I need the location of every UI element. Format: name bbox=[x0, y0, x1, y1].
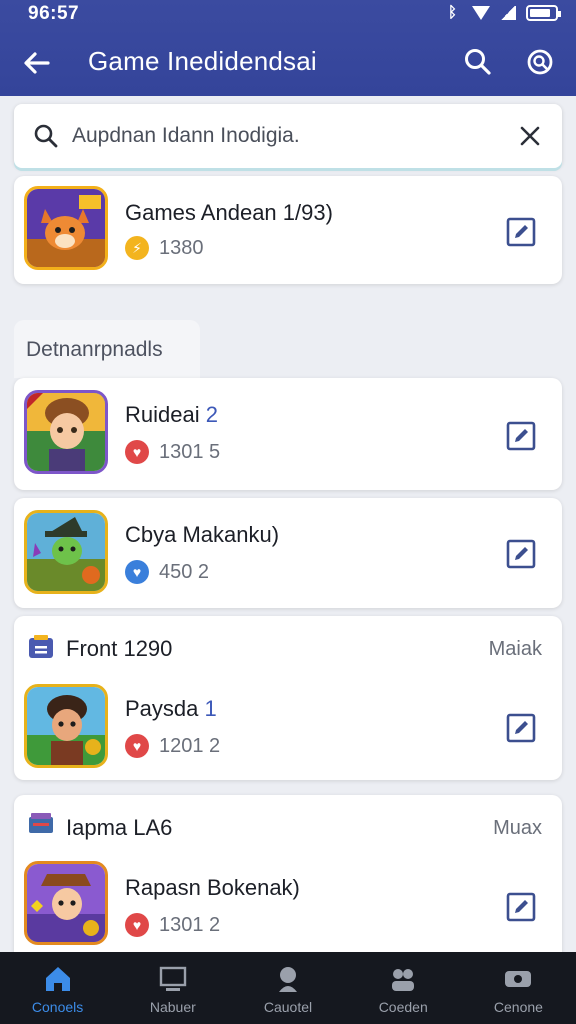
group-icon bbox=[392, 969, 415, 991]
home-icon bbox=[45, 967, 70, 991]
game-title: Paysda 1 bbox=[125, 696, 217, 721]
stat-value: 450 2 bbox=[159, 560, 210, 583]
page-title: Game Inedidendsai bbox=[88, 46, 317, 76]
game-stat: ♥ 1201 2 bbox=[125, 734, 220, 758]
featured-game-card[interactable]: Games Andean 1/93) ⚡ 1380 bbox=[14, 176, 562, 284]
nav-label: Cenone bbox=[493, 999, 543, 1015]
game-card[interactable]: Ruideai 2 ♥ 1301 5 bbox=[14, 378, 562, 490]
game-thumbnail bbox=[24, 510, 108, 594]
heart-icon: ♥ bbox=[125, 440, 149, 464]
group-card: Front 1290 Maiak Paysda 1 ♥ 1201 2 bbox=[14, 616, 562, 780]
person-icon bbox=[279, 967, 297, 992]
game-title: Cbya Makanku) bbox=[125, 522, 280, 547]
nav-item-person[interactable]: Cauotel bbox=[230, 952, 345, 1024]
close-icon[interactable] bbox=[516, 122, 544, 150]
heart-icon: ♥ bbox=[125, 913, 149, 937]
nav-item-group[interactable]: Coeden bbox=[346, 952, 461, 1024]
game-stat: ♥ 1301 2 bbox=[125, 913, 220, 937]
search-icon[interactable] bbox=[462, 46, 494, 78]
game-thumbnail bbox=[24, 861, 108, 945]
back-arrow-icon[interactable] bbox=[20, 46, 54, 80]
game-stat: ♥ 450 2 bbox=[125, 560, 209, 584]
status-bar: 96:57 ᛒ bbox=[0, 0, 576, 28]
search-circle-icon[interactable] bbox=[524, 46, 556, 78]
nav-label: Conoels bbox=[31, 999, 84, 1015]
stat-value: 1301 2 bbox=[159, 913, 221, 936]
nav-label: Coeden bbox=[378, 999, 428, 1015]
section-label: Detnanrpnadls bbox=[26, 338, 163, 361]
lightning-icon: ⚡ bbox=[125, 236, 149, 260]
signal-icon bbox=[500, 6, 516, 20]
bottom-nav: Conoels Nabuer Cauotel Coeden Cenone bbox=[0, 952, 576, 1024]
game-title: Rapasn Bokenak) bbox=[125, 875, 300, 900]
heart-icon: ♥ bbox=[125, 560, 149, 584]
search-field-icon bbox=[34, 124, 58, 148]
gamepad-icon bbox=[505, 971, 532, 987]
nav-label: Nabuer bbox=[149, 999, 196, 1015]
nav-item-home[interactable]: Conoels bbox=[0, 952, 115, 1024]
group-action[interactable]: Muax bbox=[493, 817, 542, 840]
app-bar: 96:57 ᛒ Game Inedidendsai bbox=[0, 0, 576, 96]
stat-value: 1380 bbox=[159, 236, 204, 259]
edit-icon[interactable] bbox=[506, 713, 536, 743]
bluetooth-icon: ᛒ bbox=[448, 4, 458, 21]
monitor-icon bbox=[159, 966, 186, 991]
game-stat: ♥ 1301 5 bbox=[125, 440, 220, 464]
edit-icon[interactable] bbox=[506, 539, 536, 569]
search-input[interactable]: Aupdnan Idann Inodigia. bbox=[72, 124, 300, 148]
game-title: Ruideai 2 bbox=[125, 402, 218, 427]
status-time: 96:57 bbox=[28, 3, 80, 24]
stat-value: 1301 5 bbox=[159, 440, 221, 463]
wifi-icon bbox=[472, 6, 490, 20]
search-bar[interactable]: Aupdnan Idann Inodigia. bbox=[14, 104, 562, 168]
game-title: Games Andean 1/93) bbox=[125, 200, 333, 225]
nav-item-games[interactable]: Cenone bbox=[461, 952, 576, 1024]
game-card[interactable]: Cbya Makanku) ♥ 450 2 bbox=[14, 498, 562, 608]
nav-item-monitor[interactable]: Nabuer bbox=[115, 952, 230, 1024]
game-thumbnail bbox=[24, 684, 108, 768]
stat-value: 1201 2 bbox=[159, 734, 221, 757]
group-card: Iapma LA6 Muax Rapasn Bokenak) ♥ 1301 2 bbox=[14, 795, 562, 955]
folder-icon bbox=[29, 635, 53, 658]
edit-icon[interactable] bbox=[506, 217, 536, 247]
group-action[interactable]: Maiak bbox=[489, 638, 542, 661]
heart-icon: ♥ bbox=[125, 734, 149, 758]
battery-icon bbox=[526, 5, 561, 21]
game-thumbnail bbox=[24, 186, 108, 270]
game-stat: ⚡ 1380 bbox=[125, 236, 204, 260]
game-thumbnail bbox=[24, 390, 108, 474]
edit-icon[interactable] bbox=[506, 421, 536, 451]
edit-icon[interactable] bbox=[506, 892, 536, 922]
nav-label: Cauotel bbox=[263, 999, 313, 1015]
folder-icon bbox=[29, 813, 53, 833]
group-title: Front 1290 bbox=[66, 636, 173, 661]
status-icons: ᛒ bbox=[448, 4, 561, 21]
group-title: Iapma LA6 bbox=[66, 815, 173, 840]
